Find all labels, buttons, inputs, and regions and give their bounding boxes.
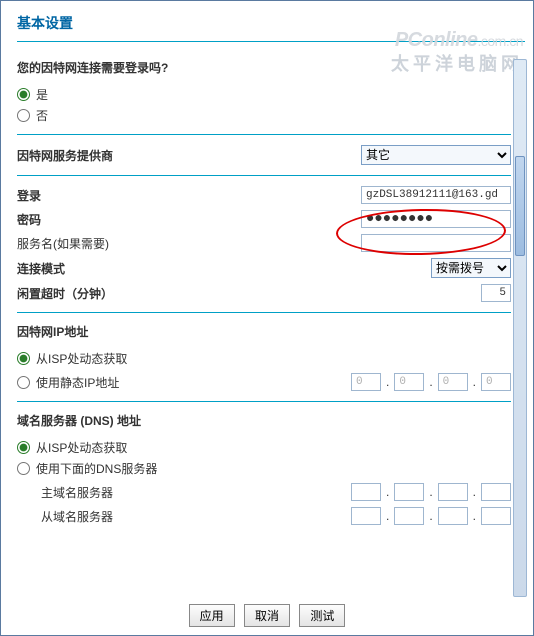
divider <box>17 312 511 313</box>
divider <box>17 41 525 42</box>
ip-octet-1[interactable] <box>351 373 381 391</box>
dns-heading: 域名服务器 (DNS) 地址 <box>17 412 511 429</box>
dns-secondary-label: 从域名服务器 <box>41 508 221 525</box>
scrollbar[interactable] <box>513 59 527 597</box>
dns-dynamic-radio[interactable] <box>17 441 30 454</box>
ip-static-label: 使用静态IP地址 <box>36 374 119 391</box>
test-button[interactable]: 测试 <box>299 604 345 627</box>
ip-dynamic-radio[interactable] <box>17 352 30 365</box>
dns1-octet-4[interactable] <box>481 483 511 501</box>
ip-octet-3[interactable] <box>438 373 468 391</box>
dns-static-radio[interactable] <box>17 462 30 475</box>
isp-select[interactable]: 其它 <box>361 145 511 165</box>
divider <box>17 401 511 402</box>
login-input[interactable] <box>361 186 511 204</box>
login-yes-radio[interactable] <box>17 88 30 101</box>
password-label: 密码 <box>17 211 197 228</box>
ip-static-radio[interactable] <box>17 376 30 389</box>
dns2-octet-1[interactable] <box>351 507 381 525</box>
login-no-radio[interactable] <box>17 109 30 122</box>
ip-dynamic-label: 从ISP处动态获取 <box>36 350 127 367</box>
service-name-label: 服务名(如果需要) <box>17 235 197 252</box>
dns2-octet-4[interactable] <box>481 507 511 525</box>
isp-label: 因特网服务提供商 <box>17 147 197 164</box>
login-no-label: 否 <box>36 107 48 124</box>
dns1-octet-1[interactable] <box>351 483 381 501</box>
dns-static-label: 使用下面的DNS服务器 <box>36 460 157 477</box>
idle-timeout-input[interactable] <box>481 284 511 302</box>
idle-timeout-label: 闲置超时（分钟） <box>17 285 197 302</box>
content-area: 您的因特网连接需要登录吗? 是 否 因特网服务提供商 其它 登 <box>17 59 511 597</box>
dns-dynamic-label: 从ISP处动态获取 <box>36 439 127 456</box>
ip-heading: 因特网IP地址 <box>17 323 511 340</box>
connection-mode-label: 连接模式 <box>17 260 197 277</box>
static-ip-group: . . . <box>351 373 511 391</box>
dns2-octet-3[interactable] <box>438 507 468 525</box>
divider <box>17 175 511 176</box>
ip-octet-4[interactable] <box>481 373 511 391</box>
login-required-question: 您的因特网连接需要登录吗? <box>17 59 511 76</box>
ip-octet-2[interactable] <box>394 373 424 391</box>
dns-secondary-group: . . . <box>351 507 511 525</box>
divider <box>17 134 511 135</box>
dns2-octet-2[interactable] <box>394 507 424 525</box>
apply-button[interactable]: 应用 <box>189 604 235 627</box>
cancel-button[interactable]: 取消 <box>244 604 290 627</box>
page-title: 基本设置 <box>17 13 525 33</box>
dns1-octet-2[interactable] <box>394 483 424 501</box>
footer-buttons: 应用 取消 测试 <box>1 604 533 627</box>
login-label: 登录 <box>17 187 197 204</box>
connection-mode-select[interactable]: 按需拨号 <box>431 258 511 278</box>
dns1-octet-3[interactable] <box>438 483 468 501</box>
dns-primary-group: . . . <box>351 483 511 501</box>
login-yes-label: 是 <box>36 86 48 103</box>
service-name-input[interactable] <box>361 234 511 252</box>
scrollbar-thumb[interactable] <box>515 156 525 256</box>
dns-primary-label: 主域名服务器 <box>41 484 221 501</box>
password-input[interactable] <box>361 210 511 228</box>
